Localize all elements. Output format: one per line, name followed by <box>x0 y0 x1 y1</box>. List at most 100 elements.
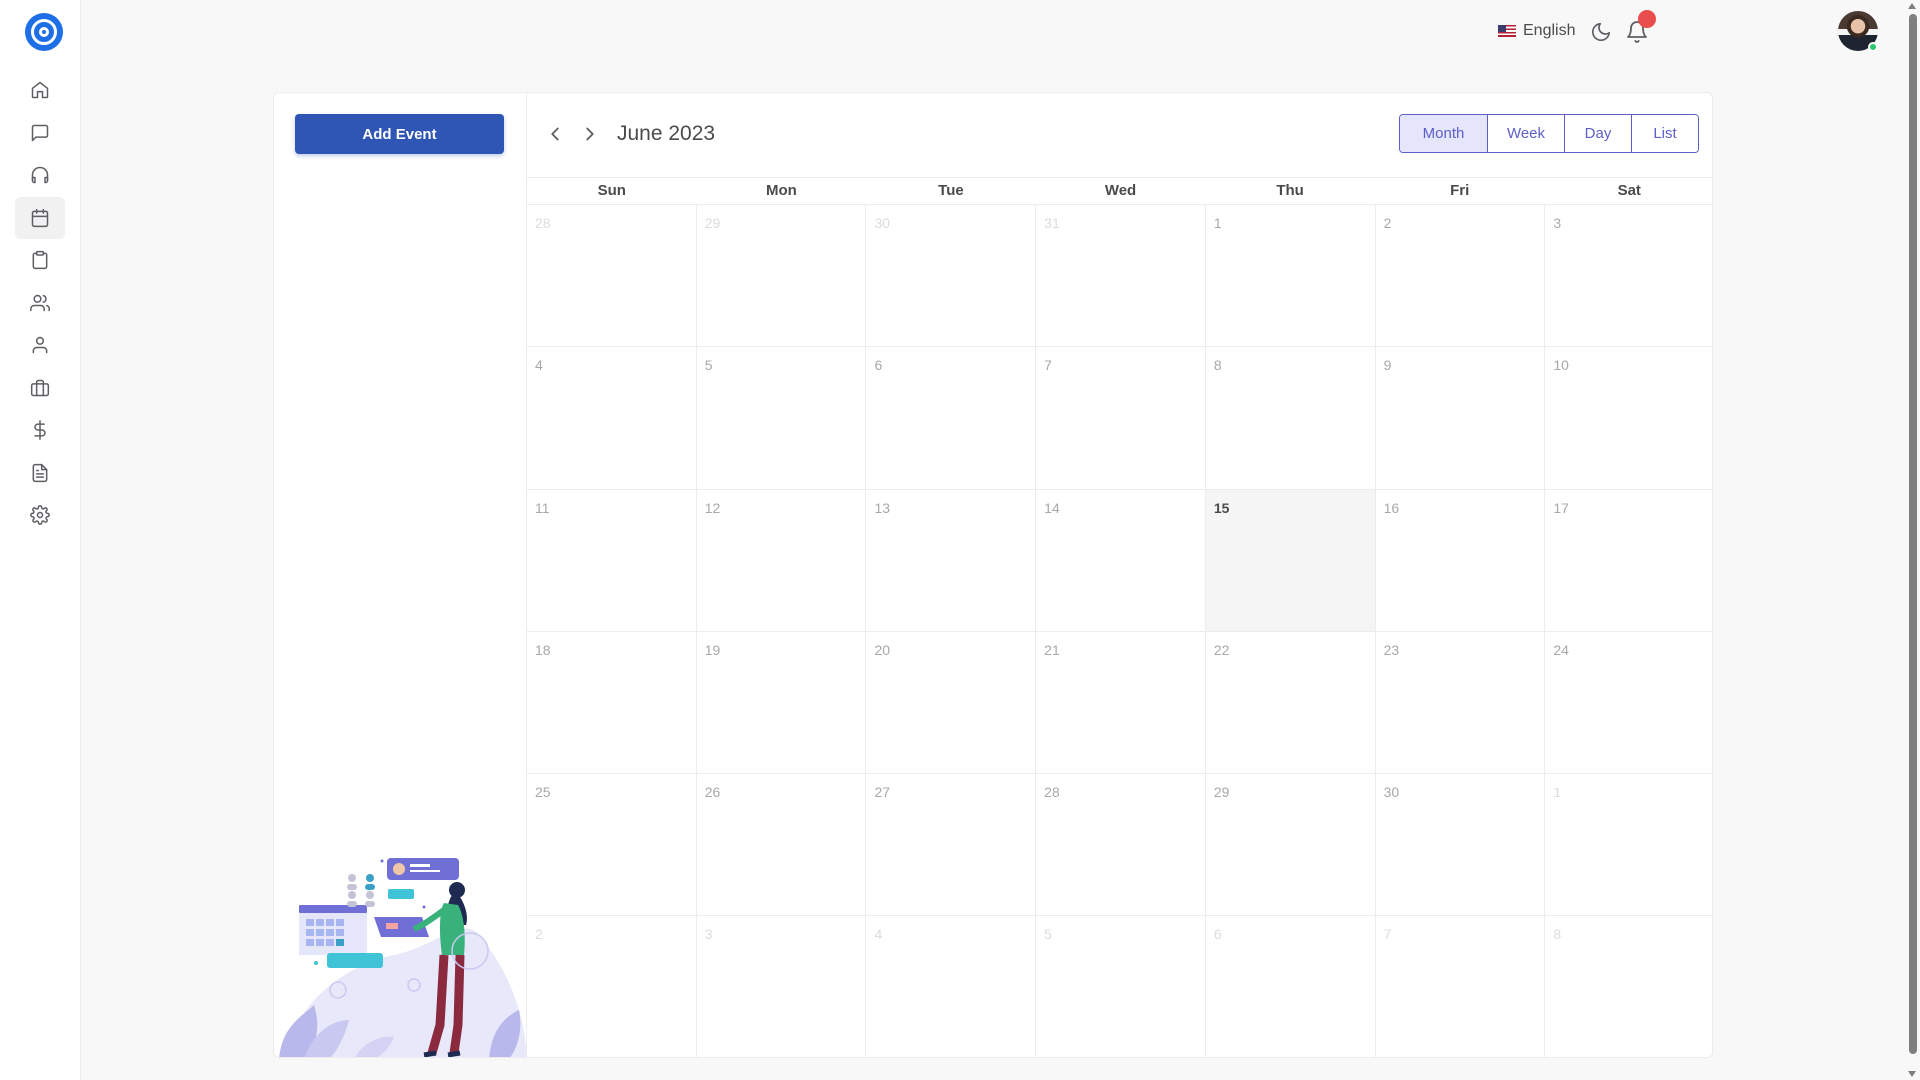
day-number[interactable]: 3 <box>705 926 713 942</box>
day-number[interactable]: 2 <box>1384 215 1392 231</box>
sidebar-item-briefcase[interactable] <box>15 367 65 409</box>
day-number[interactable]: 15 <box>1214 500 1230 516</box>
day-number[interactable]: 31 <box>1044 215 1060 231</box>
day-number[interactable]: 6 <box>874 357 882 373</box>
scroll-thumb[interactable] <box>1909 14 1917 1054</box>
day-cell[interactable]: 21 <box>1036 631 1206 774</box>
day-number[interactable]: 4 <box>874 926 882 942</box>
day-cell[interactable]: 20 <box>866 631 1037 774</box>
sidebar-item-calendar[interactable] <box>15 196 65 239</box>
day-number[interactable]: 28 <box>535 215 551 231</box>
day-cell[interactable]: 12 <box>697 489 867 631</box>
day-number[interactable]: 9 <box>1384 357 1392 373</box>
day-number[interactable]: 19 <box>705 642 721 658</box>
day-number[interactable]: 22 <box>1214 642 1230 658</box>
day-cell[interactable]: 28 <box>527 205 697 347</box>
day-cell[interactable]: 5 <box>697 347 867 489</box>
day-number[interactable]: 7 <box>1384 926 1392 942</box>
day-cell[interactable]: 4 <box>527 347 697 489</box>
day-cell[interactable]: 5 <box>1036 916 1206 1057</box>
day-number[interactable]: 18 <box>535 642 551 658</box>
day-number[interactable]: 30 <box>874 215 890 231</box>
page-scrollbar[interactable] <box>1905 0 1920 1080</box>
day-cell[interactable]: 26 <box>697 774 867 916</box>
view-list-button[interactable]: List <box>1632 115 1698 152</box>
day-cell[interactable]: 31 <box>1036 205 1206 347</box>
day-number[interactable]: 1 <box>1553 784 1561 800</box>
day-number[interactable]: 20 <box>874 642 890 658</box>
sidebar-item-settings[interactable] <box>15 494 65 536</box>
day-number[interactable]: 24 <box>1553 642 1569 658</box>
day-cell[interactable]: 30 <box>866 205 1037 347</box>
day-cell[interactable]: 13 <box>866 489 1037 631</box>
day-cell[interactable]: 7 <box>1036 347 1206 489</box>
sidebar-item-user[interactable] <box>15 324 65 366</box>
sidebar-item-home[interactable] <box>15 69 65 111</box>
sidebar-item-file-text[interactable] <box>15 452 65 494</box>
language-selector[interactable]: English <box>1498 22 1575 40</box>
day-cell[interactable]: 29 <box>1206 774 1376 916</box>
day-number[interactable]: 16 <box>1384 500 1400 516</box>
day-cell[interactable]: 29 <box>697 205 867 347</box>
day-cell[interactable]: 2 <box>527 916 697 1057</box>
day-number[interactable]: 29 <box>1214 784 1230 800</box>
day-number[interactable]: 10 <box>1553 357 1569 373</box>
add-event-button[interactable]: Add Event <box>295 114 504 154</box>
day-cell[interactable]: 6 <box>1206 916 1376 1057</box>
app-logo[interactable] <box>25 13 63 51</box>
day-number[interactable]: 1 <box>1214 215 1222 231</box>
day-number[interactable]: 7 <box>1044 357 1052 373</box>
sidebar-item-chat[interactable] <box>15 112 65 154</box>
day-number[interactable]: 14 <box>1044 500 1060 516</box>
day-cell[interactable]: 24 <box>1545 632 1712 773</box>
sidebar-item-users[interactable] <box>15 282 65 324</box>
day-number[interactable]: 21 <box>1044 642 1060 658</box>
day-number[interactable]: 28 <box>1044 784 1060 800</box>
day-cell[interactable]: 16 <box>1376 489 1546 631</box>
sidebar-item-clipboard[interactable] <box>15 239 65 281</box>
day-cell[interactable]: 4 <box>866 916 1037 1057</box>
day-cell[interactable]: 8 <box>1545 916 1712 1057</box>
day-cell[interactable]: 25 <box>527 774 697 916</box>
day-number[interactable]: 8 <box>1553 926 1561 942</box>
day-cell-today[interactable]: 15 <box>1205 489 1376 631</box>
scroll-down-arrow[interactable] <box>1908 1071 1916 1077</box>
prev-month-button[interactable] <box>544 123 566 145</box>
day-number[interactable]: 29 <box>705 215 721 231</box>
view-month-button[interactable]: Month <box>1400 115 1488 152</box>
day-number[interactable]: 17 <box>1553 500 1569 516</box>
day-cell[interactable]: 23 <box>1376 631 1546 774</box>
day-cell[interactable]: 7 <box>1376 916 1546 1057</box>
day-cell[interactable]: 3 <box>697 916 867 1057</box>
day-cell[interactable]: 8 <box>1206 347 1376 489</box>
day-number[interactable]: 23 <box>1384 642 1400 658</box>
day-number[interactable]: 5 <box>1044 926 1052 942</box>
day-number[interactable]: 12 <box>705 500 721 516</box>
day-number[interactable]: 26 <box>705 784 721 800</box>
scroll-up-arrow[interactable] <box>1908 3 1916 9</box>
day-cell[interactable]: 6 <box>866 347 1037 489</box>
day-cell[interactable]: 10 <box>1545 347 1712 488</box>
day-cell[interactable]: 19 <box>697 631 867 774</box>
day-number[interactable]: 6 <box>1214 926 1222 942</box>
day-number[interactable]: 11 <box>535 500 550 516</box>
day-cell[interactable]: 14 <box>1036 489 1206 631</box>
day-number[interactable]: 27 <box>874 784 890 800</box>
day-cell[interactable]: 27 <box>866 774 1037 916</box>
day-number[interactable]: 3 <box>1553 215 1561 231</box>
dark-mode-toggle[interactable] <box>1590 21 1612 43</box>
day-number[interactable]: 30 <box>1384 784 1400 800</box>
day-number[interactable]: 13 <box>874 500 890 516</box>
day-cell[interactable]: 17 <box>1545 490 1712 631</box>
day-number[interactable]: 2 <box>535 926 543 942</box>
day-cell[interactable]: 2 <box>1376 205 1546 347</box>
sidebar-item-headphones[interactable] <box>15 154 65 196</box>
day-cell[interactable]: 3 <box>1545 205 1712 346</box>
next-month-button[interactable] <box>579 123 601 145</box>
day-number[interactable]: 4 <box>535 357 543 373</box>
day-cell[interactable]: 28 <box>1036 774 1206 916</box>
day-cell[interactable]: 11 <box>527 489 697 631</box>
view-week-button[interactable]: Week <box>1488 115 1565 152</box>
day-number[interactable]: 8 <box>1214 357 1222 373</box>
day-number[interactable]: 25 <box>535 784 551 800</box>
